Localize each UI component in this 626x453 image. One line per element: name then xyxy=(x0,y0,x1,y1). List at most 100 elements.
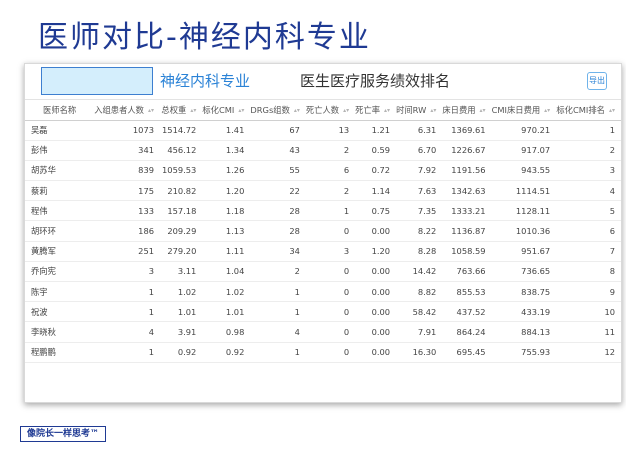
table-cell: 8 xyxy=(609,266,615,277)
column-header[interactable]: 时间RW ▴▾ xyxy=(396,100,442,120)
sort-icon[interactable]: ▴▾ xyxy=(148,107,154,114)
table-cell: 456.12 xyxy=(167,145,197,156)
table-cell: 0.00 xyxy=(371,347,391,358)
table-cell: 1.26 xyxy=(225,165,245,176)
table-cell: 763.66 xyxy=(456,266,486,277)
table-header-row: 医师名称 入组患者人数 ▴▾ 总权重 ▴▾ 标化CMI ▴▾ DRGs组数 ▴▾ 死亡人数 ▴▾ 死亡… xyxy=(25,100,621,120)
export-button[interactable]: 导出 xyxy=(587,72,607,90)
table-cell: 0.00 xyxy=(371,226,391,237)
table-cell: 1 xyxy=(294,306,300,317)
table-row[interactable]: 黄腾军 251 279.20 1.11 34 3 1.20 8.28 1058.59 951.67… xyxy=(25,241,621,262)
table-body: 吴磊 1073 1514.72 1.41 67 13 1.21 6.31 1369.61 970.… xyxy=(25,120,621,363)
doctor-name-cell: 乔向宪 xyxy=(31,266,56,277)
sort-icon[interactable]: ▴▾ xyxy=(238,107,244,114)
column-header-label: 标化CMI xyxy=(202,104,235,115)
sort-icon[interactable]: ▴▾ xyxy=(190,107,196,114)
table-row[interactable]: 乔向宪 3 3.11 1.04 2 0 0.00 14.42 763.66 736.65 8 xyxy=(25,261,621,282)
table-cell: 28 xyxy=(289,205,300,216)
sort-icon[interactable]: ▴▾ xyxy=(609,107,615,114)
table-cell: 1514.72 xyxy=(162,125,197,136)
table-cell: 1.18 xyxy=(225,205,245,216)
table-cell: 970.21 xyxy=(521,125,551,136)
sort-icon[interactable]: ▴▾ xyxy=(294,107,300,114)
table-row[interactable]: 程伟 133 157.18 1.18 28 1 0.75 7.35 1333.21 1128.11… xyxy=(25,201,621,221)
panel-header: 神经内科专业 医生医疗服务绩效排名 导出 xyxy=(25,64,621,100)
table-cell: 2 xyxy=(294,266,300,277)
column-header[interactable]: 死亡率 ▴▾ xyxy=(355,100,396,120)
sort-icon[interactable]: ▴▾ xyxy=(480,107,486,114)
table-cell: 9 xyxy=(609,286,615,297)
sort-icon[interactable]: ▴▾ xyxy=(343,107,349,114)
column-header[interactable]: 医师名称 xyxy=(25,100,94,120)
table-cell: 0.00 xyxy=(371,286,391,297)
table-cell: 1.01 xyxy=(177,306,197,317)
table-cell: 1128.11 xyxy=(515,205,551,216)
table-row[interactable]: 胡苏华 839 1059.53 1.26 55 6 0.72 7.92 1191.56 943.5… xyxy=(25,160,621,181)
table-cell: 22 xyxy=(289,185,300,196)
table-cell: 839 xyxy=(138,165,155,176)
table-row[interactable]: 李晓秋 4 3.91 0.98 4 0 0.00 7.91 864.24 884.13 11 xyxy=(25,322,621,343)
doctor-name-cell: 陈宇 xyxy=(31,286,48,297)
column-header[interactable]: 总权重 ▴▾ xyxy=(160,100,202,120)
table-cell: 5 xyxy=(609,205,615,216)
table-cell: 3 xyxy=(148,266,155,277)
column-header-label: 医师名称 xyxy=(42,104,77,115)
table-cell: 1.01 xyxy=(225,306,245,317)
table-cell: 175 xyxy=(138,185,155,196)
table-row[interactable]: 陈宇 1 1.02 1.02 1 0 0.00 8.82 855.53 838.75 9 xyxy=(25,282,621,302)
doctor-name-cell: 彭伟 xyxy=(31,145,48,156)
table-cell: 0.00 xyxy=(371,326,391,337)
column-header-label: 死亡人数 xyxy=(305,104,340,115)
table-cell: 1191.56 xyxy=(451,165,486,176)
table-cell: 1 xyxy=(148,286,155,297)
column-header[interactable]: 入组患者人数 ▴▾ xyxy=(94,100,160,120)
table-cell: 1 xyxy=(294,286,300,297)
sort-icon[interactable]: ▴▾ xyxy=(430,107,436,114)
table-row[interactable]: 蔡莉 175 210.82 1.20 22 2 1.14 7.63 1342.63 1114.51… xyxy=(25,181,621,201)
table-cell: 1.34 xyxy=(225,145,245,156)
table-cell: 7.91 xyxy=(417,326,437,337)
table-row[interactable]: 程鹏鹏 1 0.92 0.92 1 0 0.00 16.30 695.45 755.93 12 xyxy=(25,342,621,363)
table-cell: 0.92 xyxy=(177,347,197,358)
column-header-label: 总权重 xyxy=(161,104,187,115)
table-cell: 8.22 xyxy=(417,226,437,237)
table-row[interactable]: 胡环环 186 209.29 1.13 28 0 0.00 8.22 1136.87 1010.3… xyxy=(25,221,621,242)
table-cell: 1 xyxy=(148,347,155,358)
doctor-name-cell: 李晓秋 xyxy=(31,326,56,337)
table-cell: 0 xyxy=(343,226,350,237)
table-cell: 1342.63 xyxy=(451,185,486,196)
column-header[interactable]: 标化CMI ▴▾ xyxy=(202,100,250,120)
table-cell: 0.59 xyxy=(371,145,391,156)
table-row[interactable]: 吴磊 1073 1514.72 1.41 67 13 1.21 6.31 1369.61 970.… xyxy=(25,120,621,141)
table-cell: 0 xyxy=(343,306,350,317)
table-cell: 6.31 xyxy=(417,125,437,136)
table-cell: 1 xyxy=(148,306,155,317)
ranking-table: 医师名称 入组患者人数 ▴▾ 总权重 ▴▾ 标化CMI ▴▾ DRGs组数 ▴▾ 死亡人数 ▴▾ 死亡… xyxy=(25,100,621,363)
doctor-name-cell: 祝波 xyxy=(31,306,48,317)
column-header[interactable]: 死亡人数 ▴▾ xyxy=(306,100,355,120)
table-cell: 186 xyxy=(138,226,155,237)
table-cell: 10 xyxy=(604,306,615,317)
table-cell: 58.42 xyxy=(412,306,437,317)
department-selector[interactable] xyxy=(41,67,153,95)
table-cell: 884.13 xyxy=(521,326,551,337)
column-header[interactable]: CMI床日费用 ▴▾ xyxy=(492,100,557,120)
table-cell: 1.21 xyxy=(371,125,391,136)
table-cell: 67 xyxy=(289,125,300,136)
table-row[interactable]: 祝波 1 1.01 1.01 1 0 0.00 58.42 437.52 433.19 10 xyxy=(25,302,621,322)
column-header[interactable]: 标化CMI排名 ▴▾ xyxy=(556,100,621,120)
table-cell: 7.35 xyxy=(417,205,437,216)
column-header-label: 死亡率 xyxy=(355,104,381,115)
table-cell: 1058.59 xyxy=(451,246,486,257)
column-header-label: CMI床日费用 xyxy=(491,104,541,115)
table-cell: 8.28 xyxy=(417,246,437,257)
table-row[interactable]: 彭伟 341 456.12 1.34 43 2 0.59 6.70 1226.67 917.07 2 xyxy=(25,140,621,161)
column-header[interactable]: 床日费用 ▴▾ xyxy=(442,100,491,120)
table-cell: 4 xyxy=(148,326,155,337)
column-header[interactable]: DRGs组数 ▴▾ xyxy=(250,100,306,120)
table-cell: 838.75 xyxy=(521,286,551,297)
sort-icon[interactable]: ▴▾ xyxy=(544,107,550,114)
table-cell: 1 xyxy=(609,125,615,136)
table-cell: 1.02 xyxy=(225,286,245,297)
sort-icon[interactable]: ▴▾ xyxy=(384,107,390,114)
